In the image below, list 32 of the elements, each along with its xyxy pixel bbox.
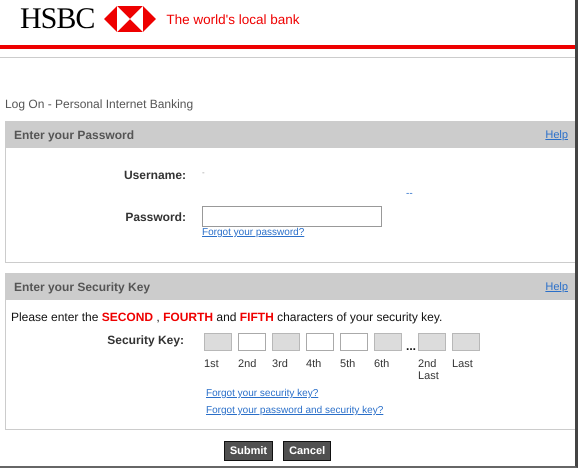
instruction-text: Please enter the SECOND , FOURTH and FIFTH characters of your security key. [10,310,444,324]
key-character-field[interactable] [306,333,334,351]
forgot-link[interactable]: Forgot your password and security key? [206,405,384,416]
position-label: 4th [306,358,322,370]
panel-title: Enter your Security Key [14,280,150,294]
position-label: Last [452,358,474,370]
form-button[interactable]: Cancel [283,441,332,461]
username-value: - [202,168,205,179]
field-label: Username: [122,168,187,182]
position-label: 1st [204,358,220,370]
key-character-field[interactable] [238,333,266,351]
field-label: Security Key: [106,333,185,349]
position-label: 2nd Last [418,358,440,382]
brand-name: HSBC [20,4,94,34]
panel-title: Enter your Password [14,128,134,142]
key-character-field[interactable] [340,333,368,351]
tagline: The world's local bank [166,12,300,26]
position-label: 5th [340,358,356,370]
forgot-link[interactable]: Forgot your security key? [206,388,318,399]
field-label: Password: [124,210,187,226]
position-label: 6th [374,358,390,370]
link[interactable]: -- [406,188,413,199]
form-button[interactable]: Submit [224,441,274,461]
help-link[interactable]: Help [545,281,568,293]
hexagon-logo-icon [104,6,156,32]
password-field[interactable] [202,206,382,227]
forgot-password-link[interactable]: Forgot your password? [202,227,304,238]
help-link[interactable]: Help [545,129,568,141]
position-label: 2nd [238,358,258,370]
page-title: Log On - Personal Internet Banking [5,97,194,111]
ellipsis-text: ... [406,339,416,353]
position-label: 3rd [272,358,289,370]
